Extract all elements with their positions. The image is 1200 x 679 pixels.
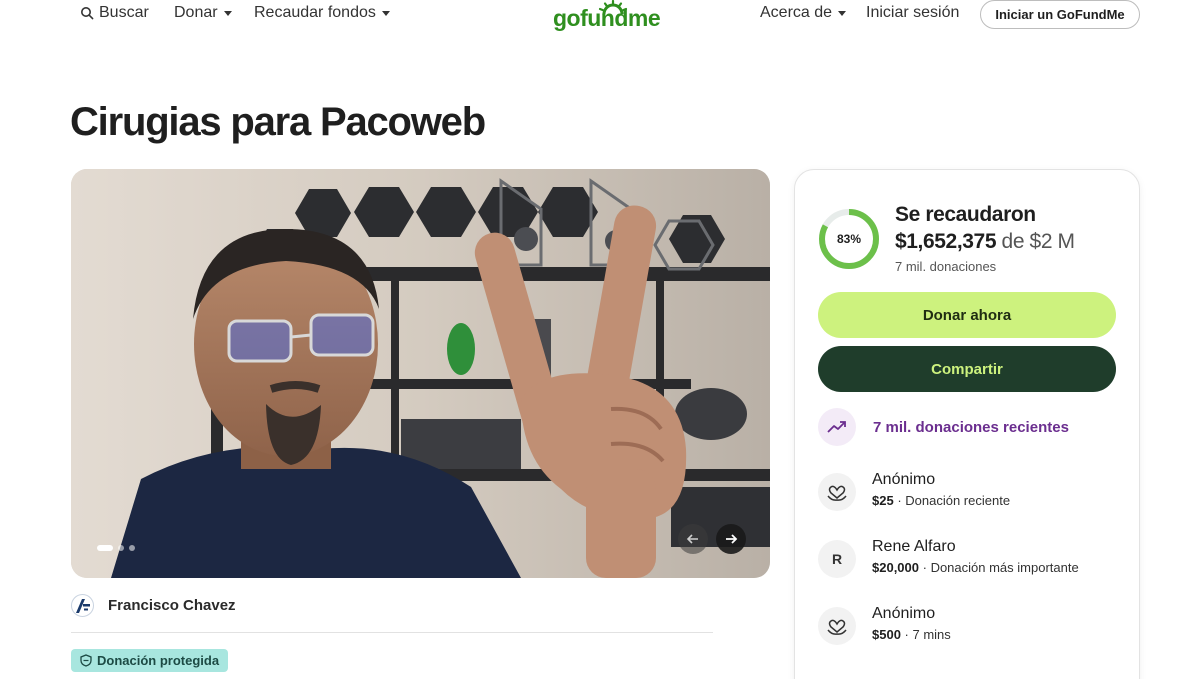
search-link[interactable]: Buscar [80, 4, 149, 22]
donate-menu-label: Donar [174, 4, 218, 21]
top-navigation: Buscar Donar Recaudar fondos gofundme Ac… [0, 0, 1200, 32]
donation-detail: · 7 mins [904, 627, 951, 642]
donation-amount: $20,000 [872, 560, 919, 575]
donor-initial-avatar: R [818, 540, 856, 578]
progress-percent: 83% [836, 232, 862, 246]
organizer-name: Francisco Chavez [108, 597, 236, 614]
about-menu[interactable]: Acerca de [760, 4, 847, 22]
donation-meta: $20,000 · Donación más importante [872, 558, 1079, 578]
search-icon [81, 7, 94, 20]
raised-amount-line: $1,652,375 de $2 M [895, 230, 1075, 254]
campaign-photo-carousel[interactable] [71, 169, 770, 578]
carousel-dot[interactable] [129, 545, 135, 551]
carousel-dot[interactable] [118, 545, 124, 551]
donor-name: Anónimo [872, 605, 936, 622]
protected-donation-badge[interactable]: Donación protegida [71, 649, 229, 672]
trending-up-icon [818, 408, 856, 446]
donation-meta: $500 · 7 mins [872, 625, 951, 645]
carousel-dots[interactable] [97, 545, 135, 551]
organizer-row[interactable]: Francisco Chavez [71, 594, 236, 617]
about-menu-label: Acerca de [760, 4, 833, 21]
donation-summary-card: 83% Se recaudaron $1,652,375 de $2 M 7 m… [794, 169, 1140, 679]
donor-name: Anónimo [872, 471, 936, 488]
donation-amount: $25 [872, 493, 894, 508]
arrow-right-icon [726, 534, 738, 544]
raised-title: Se recaudaron [895, 203, 1036, 226]
donation-amount: $500 [872, 627, 901, 642]
start-gofundme-button[interactable]: Iniciar un GoFundMe [980, 0, 1140, 29]
heart-hand-icon [818, 473, 856, 511]
fundraise-menu[interactable]: Recaudar fondos [254, 4, 390, 22]
search-label: Buscar [99, 4, 149, 21]
donor-name: Rene Alfaro [872, 538, 956, 555]
section-divider [71, 632, 713, 633]
fundraise-menu-label: Recaudar fondos [254, 4, 376, 21]
organizer-logo-icon [75, 598, 90, 613]
logo-wordmark: gofundme [553, 5, 661, 31]
donation-detail: · Donación más importante [922, 560, 1079, 575]
donation-detail: · Donación reciente [897, 493, 1011, 508]
organizer-avatar [71, 594, 94, 617]
carousel-next-button[interactable] [716, 524, 746, 554]
donation-meta: $25 · Donación reciente [872, 491, 1010, 511]
shield-icon [80, 654, 92, 667]
arrow-left-icon [686, 534, 698, 544]
carousel-prev-button[interactable] [678, 524, 708, 554]
login-label: Iniciar sesión [866, 4, 960, 21]
recent-donations-label: 7 mil. donaciones recientes [873, 418, 1069, 436]
gofundme-logo[interactable]: gofundme [553, 0, 661, 32]
donation-count: 7 mil. donaciones [895, 259, 997, 274]
recent-donations-link[interactable]: 7 mil. donaciones recientes [818, 408, 1069, 446]
donate-now-button[interactable]: Donar ahora [818, 292, 1116, 338]
chevron-down-icon [381, 10, 390, 16]
donate-menu[interactable]: Donar [174, 4, 232, 22]
campaign-photo [71, 169, 770, 578]
donation-item: Anónimo $25 · Donación reciente [818, 470, 1010, 511]
share-button[interactable]: Compartir [818, 346, 1116, 392]
chevron-down-icon [838, 10, 847, 16]
chevron-down-icon [223, 10, 232, 16]
raised-amount: $1,652,375 [895, 230, 997, 253]
heart-hand-icon [818, 607, 856, 645]
donation-item: Anónimo $500 · 7 mins [818, 604, 951, 645]
login-link[interactable]: Iniciar sesión [866, 4, 959, 22]
protected-badge-label: Donación protegida [97, 653, 220, 668]
goal-text: de $2 M [1001, 230, 1075, 253]
campaign-title: Cirugias para Pacoweb [70, 100, 486, 144]
donation-item: R Rene Alfaro $20,000 · Donación más imp… [818, 537, 1079, 578]
carousel-dot-active[interactable] [97, 545, 113, 551]
